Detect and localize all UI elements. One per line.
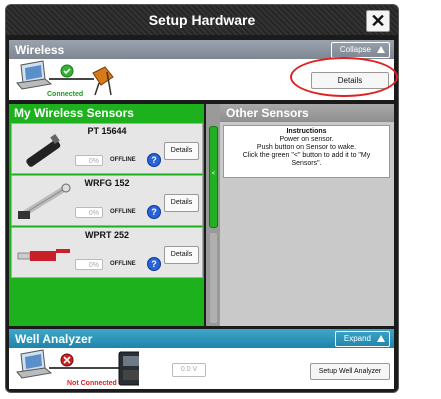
expand-label: Expand (343, 334, 371, 343)
sensor-status: OFFLINE (110, 261, 136, 267)
add-sensor-button[interactable]: < (209, 126, 218, 228)
battery-percent: 0% (75, 155, 103, 166)
instructions-line: Push button on Sensor to wake. (256, 144, 357, 151)
sensor-details-button[interactable]: Details (164, 194, 199, 212)
wireless-status: Connected (47, 91, 84, 98)
collapse-label: Collapse (339, 45, 371, 54)
sensor-transfer-strip: < (206, 104, 220, 326)
sensor-probe-icon (26, 134, 61, 167)
other-sensors-panel: Other Sensors Instructions Power on sens… (220, 104, 394, 326)
instructions-line: Power on sensor. (279, 136, 334, 143)
collapse-button[interactable]: Collapse (330, 42, 390, 58)
well-analyzer-status: Not Connected (67, 380, 117, 387)
other-sensors-title: Other Sensors (226, 106, 309, 120)
check-icon (60, 64, 74, 78)
voltage-readout: 0.0 V (172, 363, 206, 377)
expand-arrow-icon (377, 335, 385, 342)
sensor-probe-icon (17, 249, 70, 261)
help-icon[interactable]: ? (147, 257, 161, 271)
error-icon (60, 353, 74, 367)
instructions-line: Click the green "<" button to add it to … (242, 152, 371, 159)
instructions-box: Instructions Power on sensor. Push butto… (223, 125, 390, 178)
add-arrow-icon: < (211, 171, 216, 177)
well-analyzer-header-label: Well Analyzer (15, 332, 93, 346)
well-analyzer-header: Well Analyzer Expand (9, 329, 394, 348)
sensor-card[interactable]: PT 15644 0% OFFLINE ? Details (11, 123, 203, 174)
remove-sensor-button[interactable] (209, 232, 218, 324)
setup-well-analyzer-button[interactable]: Setup Well Analyzer (310, 363, 390, 380)
expand-button[interactable]: Expand (334, 331, 390, 347)
help-icon[interactable]: ? (147, 153, 161, 167)
instructions-line: Sensors". (291, 160, 322, 167)
battery-percent: 0% (75, 207, 103, 218)
wireless-panel: Connected Details (9, 59, 394, 100)
wireless-header: Wireless Collapse (9, 40, 394, 59)
sensor-status: OFFLINE (110, 157, 136, 163)
sensor-details-button[interactable]: Details (164, 142, 199, 160)
sensor-status: OFFLINE (110, 209, 136, 215)
well-analyzer-panel: Not Connected 0.0 V Setup Well Analyzer (9, 348, 394, 389)
my-wireless-sensors-title: My Wireless Sensors (14, 106, 134, 120)
sensor-card[interactable]: WPRT 252 0% OFFLINE ? Details (11, 227, 203, 278)
close-button[interactable]: ✕ (366, 10, 390, 32)
wireless-header-label: Wireless (15, 43, 65, 57)
setup-hardware-window: Setup Hardware ✕ Wireless Collapse Conne… (5, 4, 399, 393)
collapse-arrow-icon (377, 46, 385, 53)
laptop-icon (16, 60, 53, 90)
title-bar: Setup Hardware ✕ (6, 5, 398, 35)
instructions-title: Instructions (286, 128, 327, 135)
wireless-dongle-icon (92, 66, 114, 96)
laptop-icon (16, 349, 53, 379)
sensor-probe-icon (18, 183, 71, 219)
analyzer-device-icon (118, 351, 139, 386)
help-icon[interactable]: ? (147, 205, 161, 219)
my-wireless-sensors-panel: My Wireless Sensors PT 15644 0% OFFLINE … (9, 104, 204, 326)
sensor-card[interactable]: WRFG 152 0% OFFLINE ? Details (11, 175, 203, 226)
other-sensors-header: Other Sensors (220, 104, 394, 122)
battery-percent: 0% (75, 259, 103, 270)
sensor-details-button[interactable]: Details (164, 246, 199, 264)
wireless-details-button[interactable]: Details (311, 72, 389, 89)
window-title: Setup Hardware (148, 12, 256, 28)
